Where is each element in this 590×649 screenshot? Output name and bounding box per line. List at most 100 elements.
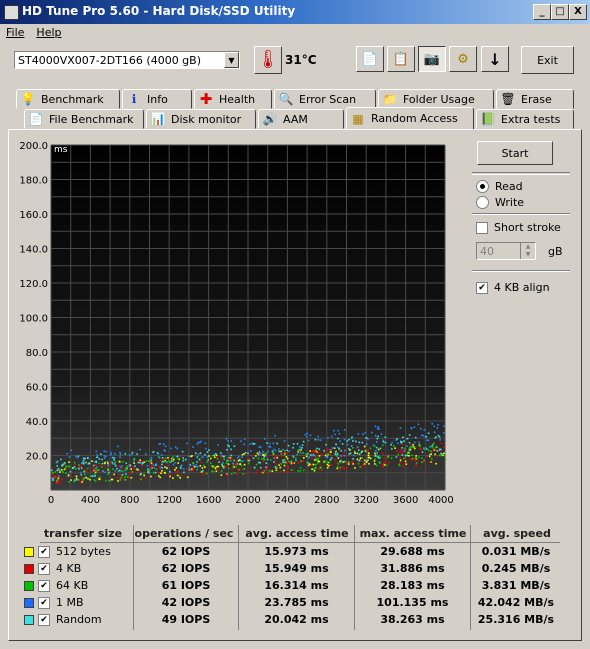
spinner-icon[interactable]: ▲ ▼ [520, 243, 535, 259]
data-point [220, 458, 223, 461]
data-point [155, 468, 158, 471]
data-point [414, 441, 416, 444]
data-point [368, 463, 370, 465]
series-checkbox[interactable]: ✔ [38, 597, 50, 609]
tab-info[interactable]: ℹ Info [122, 89, 192, 109]
tab-erase[interactable]: 🗑 Erase [496, 89, 574, 109]
minimize-button[interactable]: _ [533, 4, 551, 20]
exit-button[interactable]: Exit [521, 46, 574, 74]
data-point [202, 464, 205, 467]
data-point [161, 463, 163, 466]
short-stroke-checkbox[interactable]: Short stroke [476, 221, 561, 234]
data-point [161, 470, 163, 472]
data-point [267, 466, 269, 469]
data-point [283, 469, 285, 472]
data-point [168, 460, 170, 462]
data-point [114, 453, 116, 455]
data-point [376, 451, 378, 454]
data-point [133, 468, 136, 470]
data-point [233, 445, 236, 447]
data-point [423, 447, 425, 449]
menu-help[interactable]: Help [30, 24, 67, 39]
write-radio[interactable]: Write [476, 196, 524, 209]
read-radio[interactable]: Read [476, 180, 523, 193]
data-point [343, 451, 346, 454]
data-point [217, 444, 219, 446]
thermometer-icon: 🌡 [256, 49, 280, 70]
start-button[interactable]: Start [477, 141, 553, 165]
series-checkbox[interactable]: ✔ [38, 614, 50, 626]
data-point [276, 454, 278, 457]
data-point [164, 445, 167, 448]
data-point [221, 455, 223, 457]
data-point [96, 456, 99, 459]
result-row: ✔ 1 MB 42 IOPS 23.785 ms 101.135 ms 42.0… [0, 594, 590, 611]
tab-error-scan[interactable]: 🔍 Error Scan [274, 89, 376, 109]
tab-file-benchmark[interactable]: 📄 File Benchmark [24, 109, 144, 129]
copy-text-button[interactable]: 📄 [356, 46, 384, 72]
data-point [53, 475, 55, 478]
data-point [258, 461, 260, 464]
data-point [380, 433, 383, 435]
tab-random-access[interactable]: ▦ Random Access [346, 107, 474, 129]
data-point [326, 466, 329, 469]
header-transfer-size: transfer size [43, 527, 123, 540]
tab-extra-tests[interactable]: 📗 Extra tests [476, 109, 574, 129]
stroke-size-input[interactable]: 40 ▲ ▼ [476, 242, 536, 260]
data-point [108, 471, 110, 474]
tab-benchmark[interactable]: 💡 Benchmark [16, 89, 120, 109]
data-point [134, 465, 136, 467]
data-point [192, 464, 195, 466]
data-point [391, 448, 393, 450]
data-point [401, 447, 403, 449]
tab-aam[interactable]: 🔊 AAM [258, 109, 344, 129]
series-checkbox[interactable]: ✔ [38, 546, 50, 558]
maximize-button[interactable]: □ [551, 4, 569, 20]
data-point [335, 443, 337, 446]
data-point [66, 452, 68, 455]
tab-disk-monitor[interactable]: 📊 Disk monitor [146, 109, 256, 129]
tab-health[interactable]: ✚ Health [194, 89, 272, 109]
data-point [357, 433, 360, 435]
series-checkbox[interactable]: ✔ [38, 563, 50, 575]
data-point [250, 450, 252, 452]
data-point [311, 468, 313, 470]
data-point [87, 457, 89, 459]
data-point [258, 454, 260, 457]
data-point [325, 443, 327, 446]
data-point [80, 467, 83, 469]
data-point [273, 461, 275, 463]
data-point [358, 459, 361, 462]
options-button[interactable]: ⚙ [449, 46, 477, 72]
data-point [306, 432, 308, 435]
series-checkbox[interactable]: ✔ [38, 580, 50, 592]
tab-folder-usage[interactable]: 📁 Folder Usage [378, 89, 494, 109]
copy-image-button[interactable]: 📋 [387, 46, 415, 72]
data-point [343, 455, 346, 457]
data-point [110, 478, 113, 481]
data-point [75, 468, 77, 470]
data-point [393, 445, 395, 447]
data-point [111, 461, 113, 464]
data-point [78, 464, 80, 466]
data-point [91, 470, 94, 472]
close-button[interactable]: X [569, 4, 587, 20]
drive-select[interactable]: ST4000VX007-2DT166 (4000 gB) ▼ [14, 51, 240, 69]
menu-file[interactable]: File [0, 24, 30, 39]
save-button[interactable]: ↓ [481, 46, 509, 72]
data-point [360, 451, 362, 454]
data-point [59, 471, 61, 473]
data-point [265, 468, 268, 471]
x-tick-label: 2400 [275, 495, 300, 506]
data-point [99, 476, 101, 478]
data-point [314, 438, 317, 441]
temperature-button[interactable]: 🌡 [254, 46, 282, 74]
data-point [337, 457, 340, 459]
data-point [428, 454, 431, 456]
data-point [334, 452, 337, 455]
screenshot-button[interactable]: 📷 [418, 46, 446, 72]
data-point [114, 461, 117, 463]
data-point [219, 455, 222, 458]
align-checkbox[interactable]: ✔ 4 KB align [476, 281, 550, 294]
chevron-down-icon[interactable]: ▼ [224, 52, 239, 68]
